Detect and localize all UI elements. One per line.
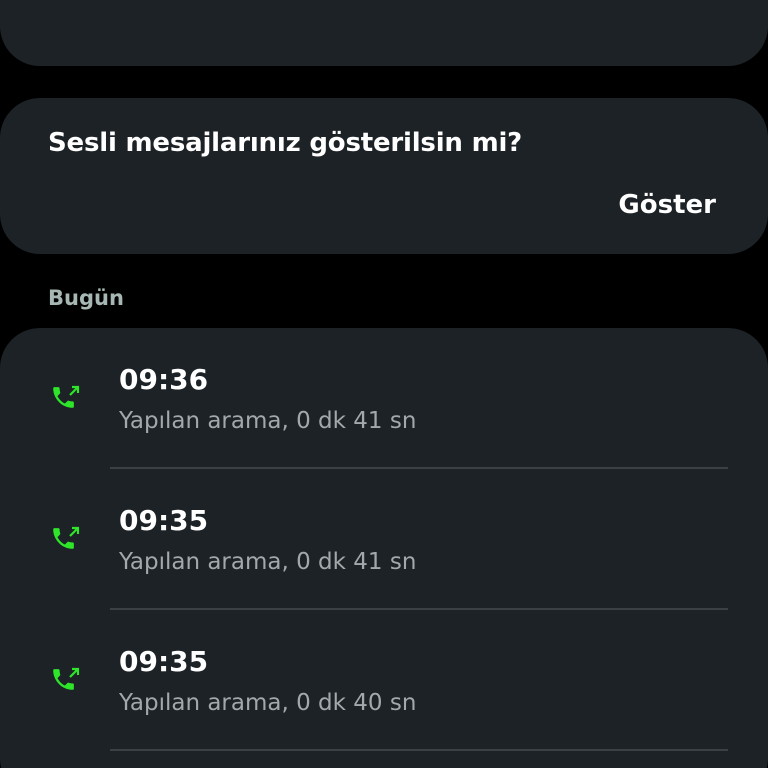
call-time: 09:36 (119, 363, 209, 396)
call-time: 09:35 (119, 504, 209, 537)
outgoing-call-icon (53, 667, 80, 690)
call-detail: Yapılan arama, 0 dk 41 sn (119, 408, 417, 434)
voicemail-question: Sesli mesajlarınız gösterilsin mi? (48, 128, 523, 158)
call-log-item[interactable]: 09:35 Yapılan arama, 0 dk 41 sn (0, 469, 768, 610)
call-detail: Yapılan arama, 0 dk 41 sn (119, 549, 417, 575)
call-log-item[interactable]: 09:35 Yapılan arama, 0 dk 40 sn (0, 610, 768, 751)
divider (110, 749, 728, 751)
voicemail-prompt-card: Sesli mesajlarınız gösterilsin mi? Göste… (0, 98, 768, 254)
call-history-screen: Sesli mesajlarınız gösterilsin mi? Göste… (0, 0, 768, 768)
quick-actions-card (0, 0, 768, 66)
call-detail: Yapılan arama, 0 dk 40 sn (119, 690, 417, 716)
outgoing-call-icon (53, 526, 80, 549)
section-header-today: Bugün (48, 286, 124, 310)
show-voicemail-button[interactable]: Göster (618, 190, 716, 220)
call-time: 09:35 (119, 645, 209, 678)
call-log-item[interactable]: 09:36 Yapılan arama, 0 dk 41 sn (0, 328, 768, 469)
outgoing-call-icon (53, 385, 80, 408)
call-list-card: 09:36 Yapılan arama, 0 dk 41 sn 09:35 Ya… (0, 328, 768, 768)
